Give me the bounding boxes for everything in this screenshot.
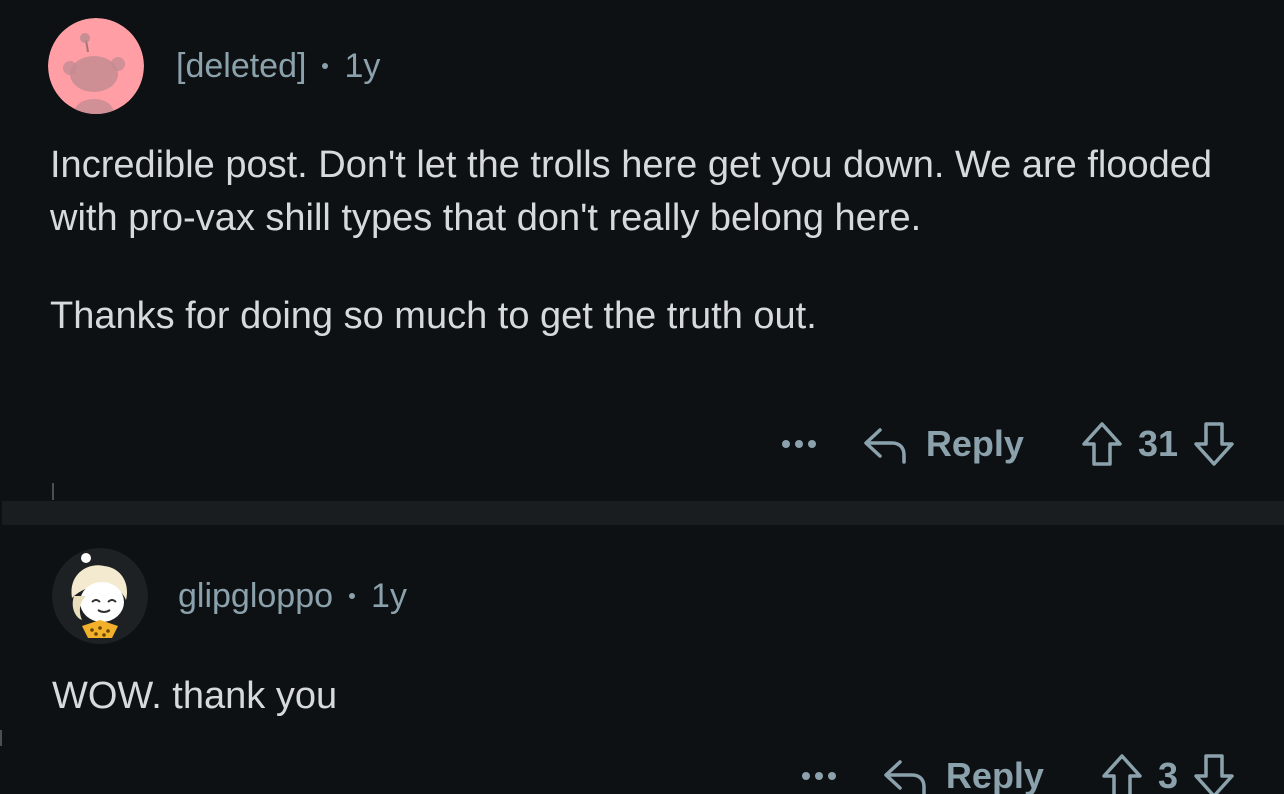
reply-label: Reply	[925, 423, 1024, 464]
comment-meta: [deleted] 1y	[176, 47, 380, 86]
more-options-icon	[781, 440, 790, 448]
reply-button[interactable]: Reply	[862, 423, 1024, 465]
more-options-button[interactable]	[781, 440, 816, 448]
comment-body: Incredible post. Don't let the trolls he…	[50, 139, 1250, 343]
meta-separator-dot	[349, 593, 356, 599]
username[interactable]: [deleted]	[176, 47, 306, 86]
comment-paragraph: Incredible post. Don't let the trolls he…	[50, 144, 1213, 239]
more-options-icon	[801, 772, 810, 780]
upvote-icon[interactable]	[1080, 420, 1124, 468]
reply-button[interactable]: Reply	[882, 755, 1044, 794]
comment-thread: [deleted] 1y Incredible post. Don't let …	[0, 0, 1284, 794]
thread-line	[52, 483, 54, 500]
username[interactable]: glipgloppo	[178, 577, 333, 616]
snoo-avatar-icon	[48, 18, 144, 114]
avatar[interactable]	[52, 548, 148, 644]
comment-actions: Reply 3	[801, 744, 1236, 794]
comment-paragraph: WOW. thank you	[52, 675, 338, 717]
comment: [deleted] 1y Incredible post. Don't let …	[0, 0, 1284, 500]
reply-icon	[862, 424, 908, 464]
upvote-icon[interactable]	[1100, 752, 1144, 794]
comment-header: [deleted] 1y	[48, 18, 380, 114]
vote-controls: 3	[1100, 752, 1236, 794]
user-avatar-icon	[52, 548, 148, 644]
vote-score: 31	[1137, 423, 1178, 464]
comment-actions: Reply 31	[781, 412, 1236, 476]
meta-separator-dot	[322, 63, 329, 69]
comment: glipgloppo 1y WOW. thank you Reply 3	[0, 526, 1284, 794]
comment-paragraph: Thanks for doing so much to get the trut…	[50, 295, 817, 337]
downvote-icon[interactable]	[1192, 752, 1236, 794]
comment-separator	[2, 501, 1284, 525]
comment-meta: glipgloppo 1y	[178, 577, 407, 616]
comment-age: 1y	[371, 576, 407, 615]
vote-controls: 31	[1080, 420, 1236, 468]
comment-body: WOW. thank you	[52, 670, 1252, 723]
thread-line	[0, 730, 2, 746]
reply-label: Reply	[945, 755, 1044, 794]
comment-header: glipgloppo 1y	[52, 548, 407, 644]
avatar[interactable]	[48, 18, 144, 114]
downvote-icon[interactable]	[1192, 420, 1236, 468]
comment-age: 1y	[344, 46, 381, 85]
reply-icon	[882, 756, 928, 794]
vote-score: 3	[1157, 755, 1178, 794]
more-options-button[interactable]	[801, 772, 836, 780]
